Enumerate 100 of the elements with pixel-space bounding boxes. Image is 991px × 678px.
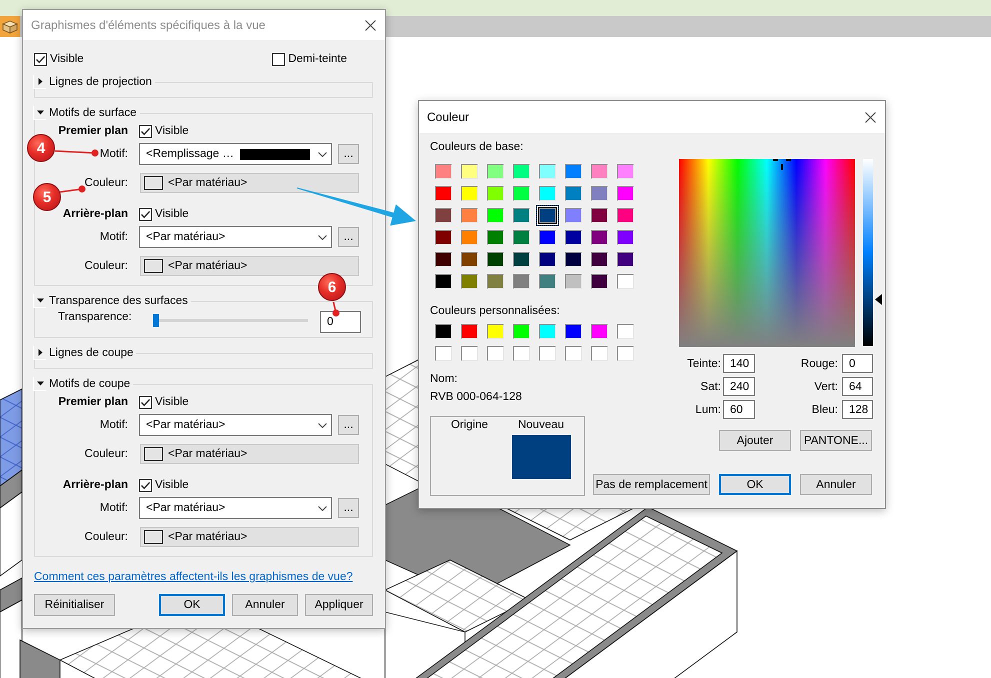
color-swatch-icon[interactable] <box>460 346 478 360</box>
luminance-slider[interactable] <box>863 159 882 347</box>
browse-button[interactable]: ... <box>338 498 359 518</box>
pattern-dropdown[interactable]: <Par matériau> <box>139 226 332 248</box>
color-swatch-icon[interactable] <box>434 252 452 266</box>
color-button[interactable]: <Par matériau> <box>140 444 359 464</box>
dialog-button[interactable]: OK <box>159 594 225 616</box>
close-icon[interactable] <box>365 20 376 30</box>
color-swatch-icon[interactable] <box>460 186 478 200</box>
close-icon[interactable] <box>865 112 876 122</box>
color-swatch-icon[interactable] <box>564 346 582 360</box>
color-swatch-icon[interactable] <box>616 164 634 178</box>
pattern-dropdown[interactable]: <Remplissage … <box>139 143 332 165</box>
color-swatch-icon[interactable] <box>616 274 634 288</box>
color-swatch-icon[interactable] <box>538 324 556 338</box>
color-swatch-icon[interactable] <box>538 274 556 288</box>
color-swatch-icon[interactable] <box>538 252 556 266</box>
color-swatch-icon[interactable] <box>564 324 582 338</box>
color-swatch-icon[interactable] <box>538 346 556 360</box>
color-button[interactable]: <Par matériau> <box>140 256 359 276</box>
checkbox[interactable] <box>139 208 152 220</box>
color-swatch-icon[interactable] <box>564 208 582 222</box>
color-swatch-icon[interactable] <box>590 274 608 288</box>
color-swatch-icon[interactable] <box>616 230 634 244</box>
color-swatch-icon[interactable] <box>434 324 452 338</box>
color-swatch-icon[interactable] <box>564 274 582 288</box>
color-swatch-icon[interactable] <box>486 252 504 266</box>
color-swatch-icon[interactable] <box>616 324 634 338</box>
color-swatch-icon[interactable] <box>486 186 504 200</box>
box-icon[interactable] <box>0 16 20 37</box>
checkbox[interactable] <box>139 124 152 138</box>
color-swatch-icon[interactable] <box>460 324 478 338</box>
color-swatch-icon[interactable] <box>434 164 452 178</box>
checkbox[interactable] <box>34 52 47 66</box>
color-swatch-icon[interactable] <box>512 186 530 200</box>
color-swatch-icon[interactable] <box>564 252 582 266</box>
color-swatch-icon[interactable] <box>616 252 634 266</box>
color-swatch-icon[interactable] <box>590 208 608 222</box>
color-swatch-icon[interactable] <box>434 274 452 288</box>
color-swatch-icon[interactable] <box>512 324 530 338</box>
dialog-button[interactable]: PANTONE... <box>800 430 872 451</box>
transparency-input[interactable]: 0 <box>320 311 361 333</box>
slider-thumb[interactable] <box>153 314 159 327</box>
dialog-button[interactable]: Réinitialiser <box>34 594 115 616</box>
dialog-button[interactable]: Appliquer <box>305 594 373 616</box>
color-swatch-icon[interactable] <box>486 230 504 244</box>
color-swatch-icon[interactable] <box>434 208 452 222</box>
color-swatch-icon[interactable] <box>564 164 582 178</box>
browse-button[interactable]: ... <box>338 415 359 435</box>
color-button[interactable]: <Par matériau> <box>140 527 359 547</box>
help-link[interactable]: Comment ces paramètres affectent-ils les graphismes de vue? <box>34 570 353 584</box>
color-swatch-icon[interactable] <box>616 208 634 222</box>
number-field[interactable]: 64 <box>842 377 873 396</box>
pattern-dropdown[interactable]: <Par matériau> <box>139 414 332 436</box>
browse-button[interactable]: ... <box>338 144 359 164</box>
color-swatch-icon[interactable] <box>616 186 634 200</box>
color-swatch-icon[interactable] <box>512 346 530 360</box>
browse-button[interactable]: ... <box>338 227 359 247</box>
number-field[interactable]: 140 <box>723 354 755 373</box>
color-swatch-icon[interactable] <box>590 230 608 244</box>
color-swatch-icon[interactable] <box>434 346 452 360</box>
color-swatch-icon[interactable] <box>512 274 530 288</box>
color-swatch-icon[interactable] <box>538 230 556 244</box>
color-swatch-icon[interactable] <box>590 346 608 360</box>
checkbox[interactable] <box>139 478 152 492</box>
color-swatch-icon[interactable] <box>590 252 608 266</box>
color-swatch-icon[interactable] <box>460 252 478 266</box>
dialog-button[interactable]: Pas de remplacement <box>593 474 710 495</box>
dialog-button[interactable]: Ajouter <box>719 430 791 451</box>
color-swatch-icon[interactable] <box>564 230 582 244</box>
color-swatch-icon[interactable] <box>590 186 608 200</box>
color-swatch-icon[interactable] <box>616 346 634 360</box>
color-swatch-icon[interactable] <box>486 324 504 338</box>
color-swatch-icon[interactable] <box>512 164 530 178</box>
color-button[interactable]: <Par matériau> <box>140 173 359 193</box>
color-swatch-icon[interactable] <box>434 186 452 200</box>
dialog-button[interactable]: Annuler <box>232 594 298 616</box>
color-swatch-icon[interactable] <box>512 208 530 222</box>
number-field[interactable]: 60 <box>723 400 755 419</box>
number-field[interactable]: 128 <box>842 400 873 419</box>
color-swatch-icon[interactable] <box>590 324 608 338</box>
color-swatch-icon[interactable] <box>536 204 558 226</box>
checkbox[interactable] <box>139 396 152 408</box>
color-swatch-icon[interactable] <box>512 252 530 266</box>
color-swatch-icon[interactable] <box>460 164 478 178</box>
color-swatch-icon[interactable] <box>486 346 504 360</box>
color-swatch-icon[interactable] <box>538 164 556 178</box>
color-swatch-icon[interactable] <box>512 230 530 244</box>
color-swatch-icon[interactable] <box>486 164 504 178</box>
color-swatch-icon[interactable] <box>486 274 504 288</box>
color-swatch-icon[interactable] <box>460 208 478 222</box>
number-field[interactable]: 0 <box>842 354 873 373</box>
number-field[interactable]: 240 <box>723 377 755 396</box>
slider-thumb[interactable] <box>875 294 882 305</box>
color-swatch-icon[interactable] <box>590 164 608 178</box>
color-swatch-icon[interactable] <box>460 230 478 244</box>
dialog-button[interactable]: Annuler <box>800 474 872 495</box>
pattern-dropdown[interactable]: <Par matériau> <box>139 497 332 519</box>
color-swatch-icon[interactable] <box>538 186 556 200</box>
dialog-button[interactable]: OK <box>719 474 791 495</box>
